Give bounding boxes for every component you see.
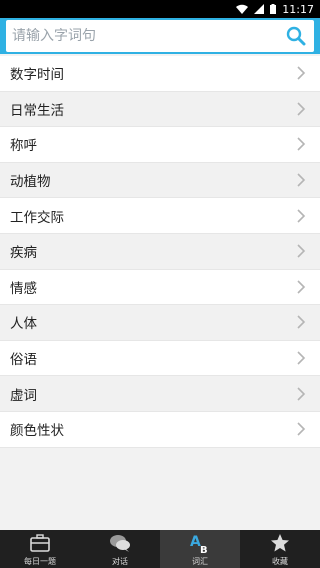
list-item[interactable]: 虚词 [0,376,320,412]
star-icon [269,532,291,554]
list-item-label: 动植物 [10,174,51,191]
chevron-right-icon [297,422,306,436]
category-list: 数字时间 日常生活 称呼 动植物 工作交际 疾病 情感 人体 俗语 虚词 颜色性… [0,56,320,448]
signal-icon [254,4,265,14]
list-item[interactable]: 日常生活 [0,91,320,128]
list-item-label: 情感 [10,280,37,297]
chevron-right-icon [297,137,306,152]
status-bar: 11:17 [0,0,320,18]
nav-item-vocabulary[interactable]: A B 词汇 [160,530,240,568]
nav-label: 收藏 [272,556,288,566]
nav-label: 每日一题 [24,556,56,566]
nav-item-favorites[interactable]: 收藏 [240,530,320,568]
chevron-right-icon [297,387,306,401]
chat-bubbles-icon [109,532,131,554]
list-item[interactable]: 数字时间 [0,56,320,92]
list-item[interactable]: 疾病 [0,233,320,270]
battery-icon [270,4,277,14]
chevron-right-icon [297,66,306,80]
bottom-nav: 每日一题 对话 A B 词汇 收藏 [0,530,320,568]
ab-letters-icon: A B [189,532,211,554]
chevron-right-icon [297,351,306,365]
list-item[interactable]: 颜色性状 [0,411,320,448]
nav-label: 对话 [112,556,128,566]
status-time: 11:17 [282,2,314,16]
list-item-label: 虚词 [10,387,37,404]
list-item[interactable]: 称呼 [0,127,320,163]
list-item-label: 工作交际 [10,209,64,226]
search-input[interactable] [12,28,284,44]
list-item-label: 疾病 [10,245,37,262]
list-item[interactable]: 俗语 [0,340,320,377]
list-item[interactable]: 工作交际 [0,198,320,234]
search-bar [0,18,320,54]
chevron-right-icon [297,102,306,116]
list-item[interactable]: 人体 [0,305,320,341]
list-item[interactable]: 动植物 [0,162,320,199]
briefcase-icon [29,532,51,554]
list-item-label: 日常生活 [10,102,64,119]
list-item-label: 俗语 [10,352,37,369]
search-icon[interactable] [284,24,308,48]
list-item-label: 数字时间 [10,67,64,84]
chevron-right-icon [297,173,306,187]
search-box [6,20,314,52]
chevron-right-icon [297,280,306,294]
chevron-right-icon [297,244,306,258]
list-item[interactable]: 情感 [0,269,320,306]
list-item-label: 颜色性状 [10,423,64,440]
chevron-right-icon [297,209,306,223]
list-item-label: 称呼 [10,138,37,155]
list-item-label: 人体 [10,316,37,333]
nav-item-dialogue[interactable]: 对话 [80,530,160,568]
nav-item-daily-question[interactable]: 每日一题 [0,530,80,568]
chevron-right-icon [297,315,306,330]
svg-text:B: B [200,545,208,554]
nav-label: 词汇 [192,556,208,566]
wifi-icon [236,4,249,14]
